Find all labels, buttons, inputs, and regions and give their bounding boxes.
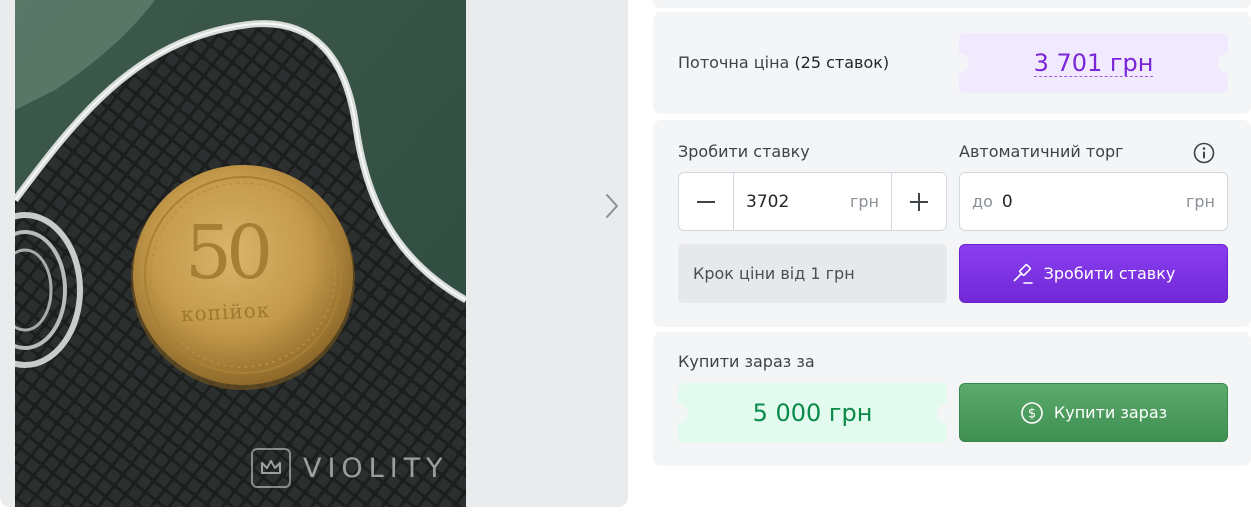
dollar-coin-icon: $ [1021,401,1043,424]
bid-stepper: грн [678,172,947,231]
increase-bid-button[interactable] [891,173,946,230]
auto-bid-prefix: до [972,192,993,211]
current-price-panel: Поточна ціна (25 ставок) 3 701 грн [653,12,1251,114]
buy-price-ticket: 5 000 грн [678,383,947,443]
auto-bid-input[interactable] [1001,191,1142,212]
plus-icon [910,192,928,211]
lot-photo[interactable]: 50 копійок VIOLITY [15,0,466,507]
place-bid-label: Зробити ставку [1043,264,1176,283]
buy-now-label: Купити зараз за [678,352,815,371]
buy-now-panel: Купити зараз за 5 000 грн $ Купити зараз [653,332,1251,466]
chevron-right-icon [606,194,618,218]
bid-panel: Зробити ставку Автоматичний торг грн до … [653,120,1251,327]
next-image-button[interactable] [598,190,626,222]
place-bid-button[interactable]: Зробити ставку [959,244,1228,303]
auto-bid-currency: грн [1185,192,1215,211]
buy-now-button[interactable]: $ Купити зараз [959,383,1228,442]
watermark-text: VIOLITY [303,452,449,484]
info-icon[interactable] [1192,141,1216,165]
minus-icon [697,200,715,203]
current-price-value[interactable]: 3 701 грн [1033,50,1154,77]
bid-step-info: Крок ціни від 1 грн [678,244,947,303]
auto-bid-field: до грн [959,172,1228,231]
watermark: VIOLITY [251,448,449,488]
current-price-text: Поточна ціна [678,53,790,72]
bid-currency: грн [849,192,879,211]
price-ticket: 3 701 грн [959,33,1228,93]
bids-count[interactable]: (25 ставок) [794,53,889,72]
crown-icon [251,448,291,488]
bid-amount-input[interactable] [746,191,846,212]
buy-now-button-label: Купити зараз [1053,403,1168,422]
decrease-bid-button[interactable] [679,173,734,230]
gavel-icon [1013,263,1033,284]
coin-text: копійок [180,297,271,327]
bid-label: Зробити ставку [678,142,810,161]
svg-text:$: $ [1028,406,1036,421]
current-price-label: Поточна ціна (25 ставок) [678,53,889,72]
auto-bid-label: Автоматичний торг [959,142,1124,161]
image-gallery: 50 копійок VIOLITY [0,0,628,507]
buy-now-price: 5 000 грн [752,399,873,427]
panel-top-edge [653,0,1251,8]
coin-denomination: 50 [185,210,273,296]
